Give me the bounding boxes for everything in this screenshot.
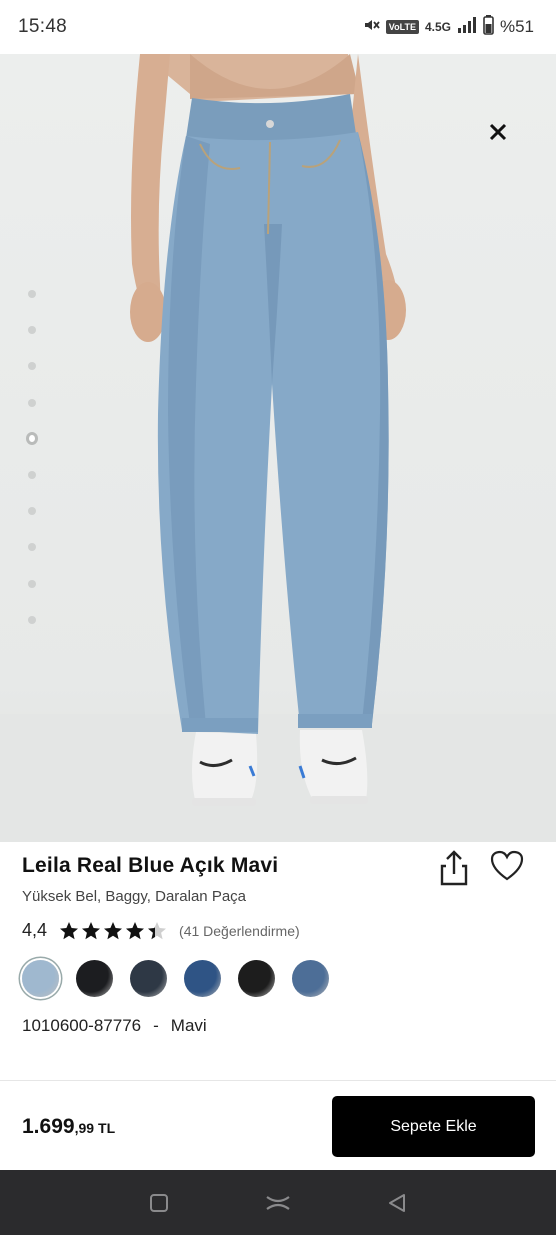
mute-icon (362, 16, 380, 39)
gallery-dot[interactable] (26, 566, 38, 602)
color-swatch[interactable] (130, 960, 167, 997)
close-icon (489, 123, 507, 141)
color-swatch[interactable] (292, 960, 329, 997)
color-swatch[interactable] (184, 960, 221, 997)
color-swatch[interactable] (22, 960, 59, 997)
favorite-button[interactable] (490, 850, 526, 886)
star-icon (148, 921, 167, 939)
star-icon (104, 921, 123, 939)
share-icon (440, 850, 468, 886)
share-button[interactable] (436, 848, 472, 888)
price: 1.699 ,99 TL (22, 1115, 115, 1139)
gallery-dot[interactable] (26, 529, 38, 565)
product-title: Leila Real Blue Açık Mavi (22, 854, 279, 877)
rating-value: 4,4 (22, 920, 48, 940)
sku-separator: - (153, 1016, 159, 1035)
add-to-cart-button[interactable]: Sepete Ekle (332, 1096, 535, 1157)
network-type: 4.5G (424, 20, 451, 34)
color-swatch[interactable] (238, 960, 275, 997)
signal-icon (457, 16, 477, 38)
gallery-dot[interactable] (26, 312, 38, 348)
color-name: Mavi (170, 1016, 207, 1035)
rating-row: 4,4 (41 Değerlendirme) (22, 920, 300, 941)
product-subtitle: Yüksek Bel, Baggy, Daralan Paça (22, 888, 247, 905)
product-image-gallery[interactable] (0, 54, 556, 842)
reviews-link[interactable]: (41 Değerlendirme) (179, 923, 300, 939)
gallery-pagination (26, 276, 38, 638)
star-icon (126, 921, 145, 939)
status-time: 15:48 (18, 16, 68, 37)
gallery-dot[interactable] (26, 602, 38, 638)
battery-percent: %51 (499, 17, 534, 36)
volte-badge: VoLTE (385, 20, 419, 34)
sku-row: 1010600-87776 - Mavi (22, 1016, 207, 1036)
color-swatches (22, 960, 329, 997)
color-swatch[interactable] (76, 960, 113, 997)
gallery-dot[interactable] (26, 493, 38, 529)
product-photo-jeans (130, 54, 406, 806)
close-button[interactable] (484, 118, 512, 146)
recent-apps-icon (150, 1193, 169, 1212)
gallery-dot[interactable] (26, 385, 38, 421)
back-button[interactable] (377, 1183, 417, 1223)
star-icon (60, 921, 79, 939)
back-icon (388, 1193, 405, 1212)
system-navigation-bar (0, 1170, 556, 1235)
gallery-dot[interactable] (26, 276, 38, 312)
status-indicators: VoLTE 4.5G %51 (362, 14, 534, 40)
gallery-dot[interactable] (26, 457, 38, 493)
price-decimal: ,99 (74, 1120, 95, 1136)
rating-stars (59, 921, 167, 941)
price-main: 1.699 (22, 1115, 75, 1138)
home-button[interactable] (258, 1183, 298, 1223)
battery-icon (483, 14, 494, 40)
gallery-dot[interactable] (26, 348, 38, 384)
sku-code: 1010600-87776 (22, 1016, 142, 1035)
heart-icon (490, 850, 524, 881)
recent-apps-button[interactable] (139, 1183, 179, 1223)
gallery-dot[interactable] (26, 421, 38, 457)
purchase-bar: 1.699 ,99 TL Sepete Ekle (0, 1080, 556, 1170)
price-currency: TL (98, 1120, 116, 1136)
status-bar: 15:48 VoLTE 4.5G %51 (0, 0, 556, 54)
star-icon (82, 921, 101, 939)
home-icon (266, 1195, 290, 1210)
